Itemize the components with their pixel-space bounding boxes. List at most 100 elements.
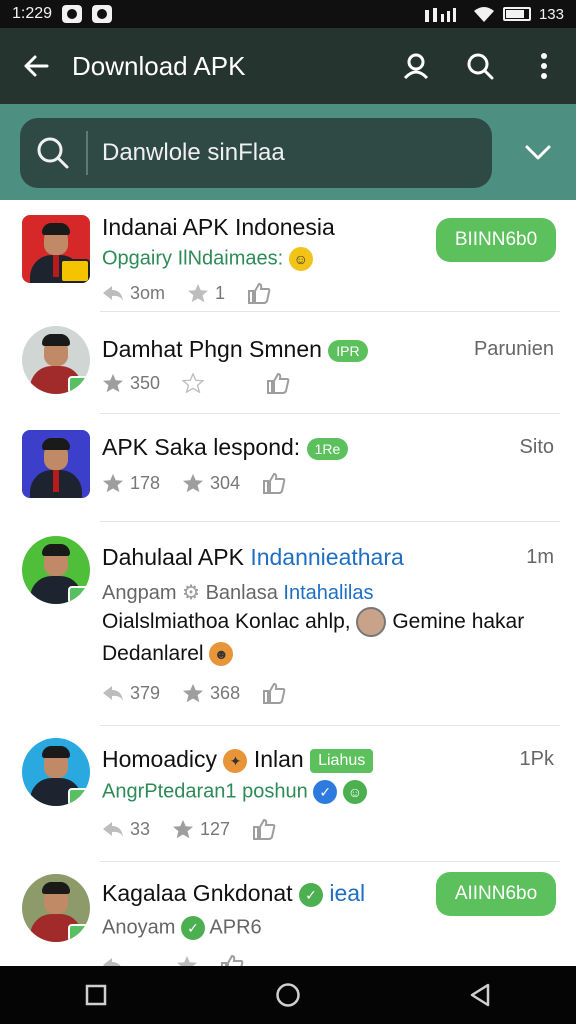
thumbs-up-icon [253, 818, 276, 840]
verified-icon: ✓ [313, 780, 338, 804]
item-title: Dahulaal APK Indannieathara [102, 544, 404, 571]
status-bar: 1:229 133 [0, 0, 576, 28]
item-tag: IPR [328, 339, 368, 362]
search-dropdown-button[interactable] [506, 128, 570, 178]
like-stat[interactable] [252, 818, 276, 840]
share-icon [103, 686, 123, 700]
desc-text: Dedanlarel [102, 642, 204, 665]
star-icon [183, 473, 204, 493]
user-icon [403, 53, 429, 80]
item-subtitle-text: APR6 [209, 916, 262, 939]
notification-icon [62, 5, 83, 23]
list-item[interactable]: Dahulaal APK Indannieathara 1m Angpam ⚙ … [0, 522, 576, 726]
item-title-text: Damhat Phgn Smnen [102, 336, 322, 362]
share-stat[interactable]: 33 [102, 819, 150, 840]
like-stat[interactable] [220, 954, 244, 966]
emoji-icon: ✓ [298, 882, 323, 907]
star-stat[interactable]: 178 [102, 473, 160, 494]
search-icon [20, 136, 86, 170]
download-button[interactable]: BIINN6b0 [436, 218, 556, 262]
avatar [22, 874, 90, 942]
status-time: 1:229 [12, 5, 53, 22]
thumbs-up-icon [221, 954, 244, 966]
like-stat[interactable] [262, 472, 286, 494]
star-stat[interactable]: 127 [172, 819, 230, 840]
star-stat[interactable]: 368 [182, 683, 240, 704]
star-icon [183, 683, 204, 703]
item-subtitle-text: AngrPtedaran1 poshun [102, 780, 308, 803]
triangle-back-icon [470, 983, 490, 1007]
share-count: 33 [130, 818, 151, 839]
list-item[interactable]: APK Saka lespond: 1Re Sito 178 304 [0, 414, 576, 522]
item-subtitle-text: Angpam [102, 582, 177, 604]
item-title: Indanai APK Indonesia [102, 214, 335, 240]
search-divider [86, 131, 88, 175]
list-item[interactable]: Homoadicy ✦ Inlan Liahus 1Pk AngrPtedara… [0, 726, 576, 862]
verified-icon: ✓ [180, 916, 205, 940]
item-title: Homoadicy ✦ Inlan Liahus [102, 746, 374, 773]
battery-level: 133 [538, 5, 564, 23]
star-outline-icon [182, 373, 205, 393]
like-stat[interactable] [266, 372, 290, 394]
search-button[interactable] [448, 28, 512, 104]
star-icon [103, 373, 123, 393]
back-nav-button[interactable] [440, 966, 520, 1024]
circle-icon [276, 983, 300, 1007]
emoji-icon: ☺ [342, 780, 367, 804]
star-count: 1 [215, 282, 226, 303]
avatar [22, 326, 90, 394]
like-stat[interactable] [262, 682, 286, 704]
back-button[interactable] [0, 28, 72, 104]
user-avatar-icon [356, 607, 387, 638]
item-subtitle-text: Anoyam [102, 916, 176, 939]
avatar [22, 430, 90, 498]
battery-icon [502, 7, 531, 21]
recents-button[interactable] [56, 966, 136, 1024]
item-title-text: Kagalaa Gnkdonat [102, 880, 293, 906]
item-title-text: Homoadicy [102, 746, 218, 772]
emoji-icon: ☺ [288, 247, 313, 271]
item-stats: 350 [102, 372, 312, 394]
item-title-link[interactable]: Indannieathara [250, 544, 403, 570]
chevron-down-icon [525, 145, 551, 160]
share-stat[interactable]: 3om [102, 283, 165, 304]
item-subtitle-link[interactable]: Intahalilas [283, 582, 373, 604]
search-bar-area [0, 104, 576, 200]
avatar [22, 738, 90, 806]
star-stat[interactable]: 304 [182, 473, 240, 494]
signal-icon [424, 8, 456, 22]
app-bar: Download APK [0, 28, 576, 104]
item-title: Kagalaa Gnkdonat ✓ ieal [102, 880, 365, 907]
back-arrow-icon [24, 55, 49, 77]
system-nav-bar [0, 966, 576, 1024]
star-outline-stat[interactable] [182, 373, 205, 393]
item-subtitle-text: Opgairy IlNdaimaes: [102, 247, 284, 270]
item-title-text: Inlan [253, 746, 304, 772]
overflow-menu-button[interactable] [512, 28, 576, 104]
list-item[interactable]: Indanai APK Indonesia Opgairy IlNdaimaes… [0, 200, 576, 312]
share-icon [103, 958, 121, 966]
like-stat[interactable] [247, 282, 271, 304]
home-button[interactable] [248, 966, 328, 1024]
share-stat[interactable]: 379 [102, 683, 160, 704]
item-description: Oialslmiathoa Konlac ahlp, Gemine hakar … [102, 606, 542, 670]
item-title: Damhat Phgn Smnen IPR [102, 336, 368, 363]
item-stats: 3om 1 [102, 282, 293, 304]
list-item[interactable]: Kagalaa Gnkdonat ✓ ieal Anoyam ✓ APR6 AI… [0, 862, 576, 966]
star-stat[interactable]: 1 [187, 283, 225, 304]
star-icon [188, 283, 209, 303]
item-right-label: 1m [526, 546, 554, 568]
share-stat[interactable] [102, 957, 124, 966]
download-button[interactable]: AIINN6bo [436, 872, 556, 916]
star-stat[interactable]: 350 [102, 373, 160, 394]
star-icon [103, 473, 123, 493]
star-stat[interactable] [176, 955, 198, 966]
apk-list: Indanai APK Indonesia Opgairy IlNdaimaes… [0, 200, 576, 966]
list-item[interactable]: Damhat Phgn Smnen IPR Parunien 350 [0, 312, 576, 414]
item-subtitle-text: Banlasa [205, 582, 278, 604]
star-count: 350 [130, 372, 161, 393]
search-input[interactable] [102, 139, 462, 167]
profile-button[interactable] [384, 28, 448, 104]
search-box[interactable] [20, 118, 492, 188]
item-title-link[interactable]: ieal [329, 880, 365, 906]
